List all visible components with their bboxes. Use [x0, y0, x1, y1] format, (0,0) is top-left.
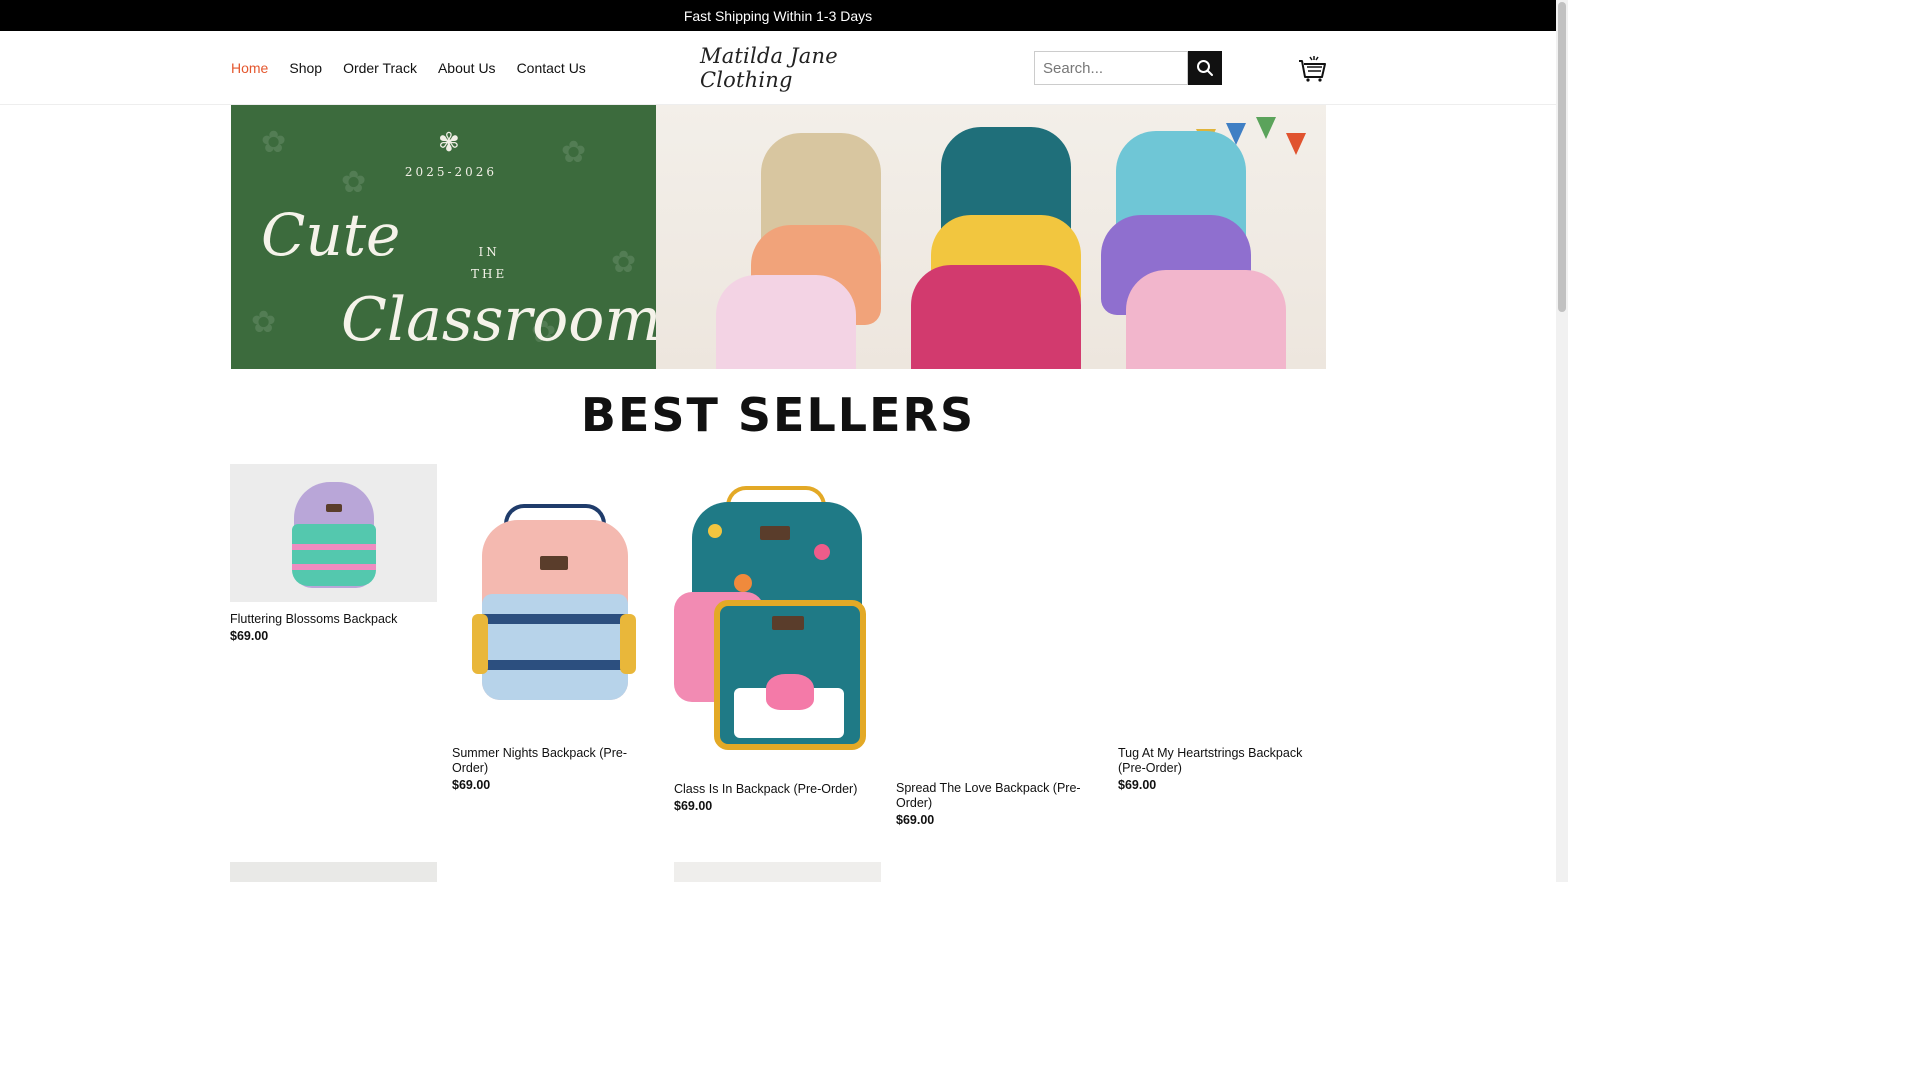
product-card[interactable]: Fluttering Blossoms Backpack $69.00 — [230, 464, 437, 643]
product-card[interactable]: Spread The Love Backpack (Pre-Order) $69… — [896, 464, 1103, 827]
product-price: $69.00 — [452, 778, 491, 792]
product-card[interactable]: Summer Nights Backpack (Pre-Order) $69.0… — [452, 464, 659, 792]
search-icon — [1197, 60, 1213, 76]
best-sellers-title: BEST SELLERS — [580, 388, 976, 442]
shopping-basket-icon — [1299, 56, 1326, 82]
nav-order-track[interactable]: Order Track — [343, 60, 417, 76]
product-image[interactable] — [452, 464, 659, 736]
product-name[interactable]: Tug At My Heartstrings Backpack (Pre-Ord… — [1118, 746, 1325, 776]
product-image[interactable] — [230, 464, 437, 602]
hero-title-line1: Cute — [261, 201, 401, 269]
hero-title-the: THE — [471, 267, 508, 281]
site-header: Home Shop Order Track About Us Contact U… — [0, 31, 1556, 105]
hero-year: 2025-2026 — [404, 165, 498, 179]
product-image[interactable] — [1118, 464, 1325, 736]
page-scrollbar[interactable] — [1556, 0, 1568, 882]
product-card[interactable]: Tug At My Heartstrings Backpack (Pre-Ord… — [1118, 464, 1325, 792]
hero-title-line2: Classroom — [341, 285, 662, 355]
backpack-image — [716, 275, 856, 369]
product-image[interactable] — [896, 464, 1103, 771]
bunting-flag — [1256, 117, 1276, 139]
main-nav: Home Shop Order Track About Us Contact U… — [231, 31, 586, 105]
hero-title-in: IN — [478, 245, 500, 259]
search-button[interactable] — [1188, 51, 1222, 85]
product-image[interactable] — [230, 862, 437, 882]
scrollbar-thumb[interactable] — [1558, 2, 1566, 312]
announcement-text: Fast Shipping Within 1-3 Days — [683, 7, 873, 24]
product-name[interactable]: Spread The Love Backpack (Pre-Order) — [896, 781, 1103, 811]
hero-title-mid: IN THE — [471, 241, 507, 285]
search-form — [1034, 51, 1222, 85]
nav-shop[interactable]: Shop — [289, 60, 322, 76]
product-name[interactable]: Fluttering Blossoms Backpack — [230, 612, 437, 627]
cart-button[interactable] — [1297, 53, 1327, 83]
product-price: $69.00 — [896, 813, 935, 827]
nav-about-us[interactable]: About Us — [438, 60, 496, 76]
product-price: $69.00 — [230, 629, 269, 643]
announcement-bar: Fast Shipping Within 1-3 Days — [0, 0, 1556, 31]
product-name[interactable]: Summer Nights Backpack (Pre-Order) — [452, 746, 659, 776]
product-price: $69.00 — [674, 799, 713, 813]
product-name[interactable]: Class Is In Backpack (Pre-Order) — [674, 782, 881, 797]
hero-photo — [656, 105, 1326, 369]
nav-contact-us[interactable]: Contact Us — [517, 60, 586, 76]
backpack-image — [1126, 270, 1286, 369]
bunting-flag — [1286, 133, 1306, 155]
hero-banner[interactable]: ✿ ✿ ✿ ✿ ✿ ✿ ✾ 2025-2026 Cute IN THE Clas… — [231, 105, 1326, 369]
nav-home[interactable]: Home — [231, 60, 268, 76]
site-logo[interactable]: Matilda Jane Clothing — [700, 44, 856, 92]
product-price: $69.00 — [1118, 778, 1157, 792]
backpack-image — [911, 265, 1081, 369]
product-image[interactable] — [674, 464, 881, 772]
search-input[interactable] — [1034, 51, 1188, 85]
flower-badge-icon: ✾ — [438, 127, 460, 157]
product-card[interactable]: Class Is In Backpack (Pre-Order) $69.00 — [674, 464, 881, 813]
product-image[interactable] — [674, 862, 881, 882]
